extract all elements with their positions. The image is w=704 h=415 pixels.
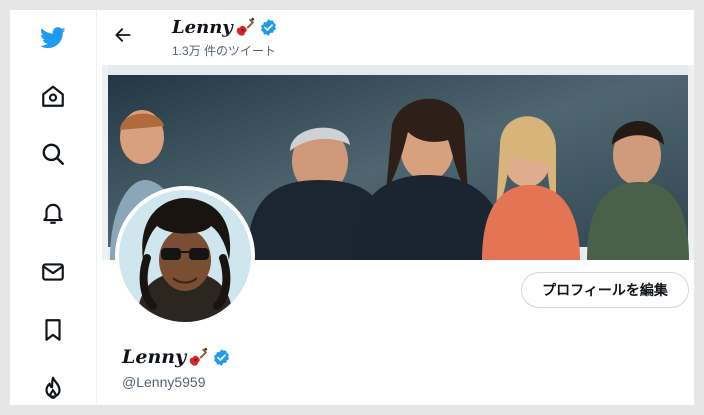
verified-badge-icon [260,18,276,36]
bell-icon[interactable] [38,198,68,228]
home-icon[interactable] [38,81,68,111]
arrow-left-icon[interactable] [112,24,134,46]
sidebar [10,10,97,405]
flame-icon[interactable] [38,373,68,403]
verified-badge-icon [214,348,230,366]
profile-avatar[interactable] [115,186,255,326]
profile-main: Lenny 1.3万 件のツイート プロフィールを編集 Lenny @Lenny… [98,10,694,405]
guitar-emoji-icon [189,347,208,366]
profile-display-name: Lenny [122,346,231,368]
profile-name-text: Lenny [122,346,187,368]
profile-header: Lenny 1.3万 件のツイート [98,10,694,65]
search-icon[interactable] [38,139,68,169]
edit-profile-button[interactable]: プロフィールを編集 [521,272,689,308]
guitar-emoji-icon [236,17,255,36]
mail-icon[interactable] [38,257,68,287]
tweet-count: 1.3万 件のツイート [172,44,277,58]
twitter-bird-icon[interactable] [38,22,68,52]
bookmark-icon[interactable] [38,315,68,345]
profile-handle: @Lenny5959 [122,374,206,390]
window: Lenny 1.3万 件のツイート プロフィールを編集 Lenny @Lenny… [10,10,694,405]
header-name: Lenny [172,16,233,38]
header-title: Lenny [172,16,278,38]
